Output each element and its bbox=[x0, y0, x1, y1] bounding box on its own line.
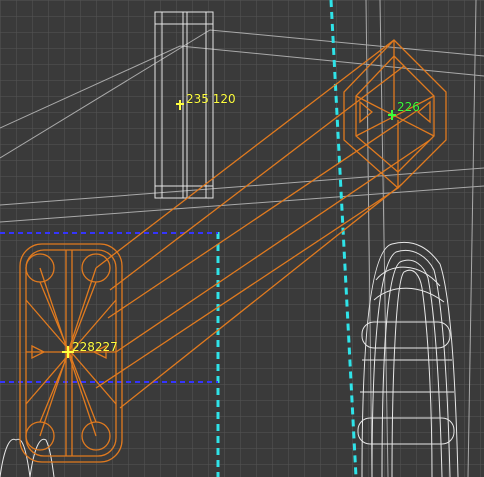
3d-viewport[interactable]: 235 120 226 228227 bbox=[0, 0, 484, 477]
measurement-label: 226 bbox=[397, 100, 420, 114]
measurement-label: 228227 bbox=[72, 340, 118, 354]
viewport-canvas[interactable] bbox=[0, 0, 484, 477]
measurement-label: 235 120 bbox=[186, 92, 236, 106]
